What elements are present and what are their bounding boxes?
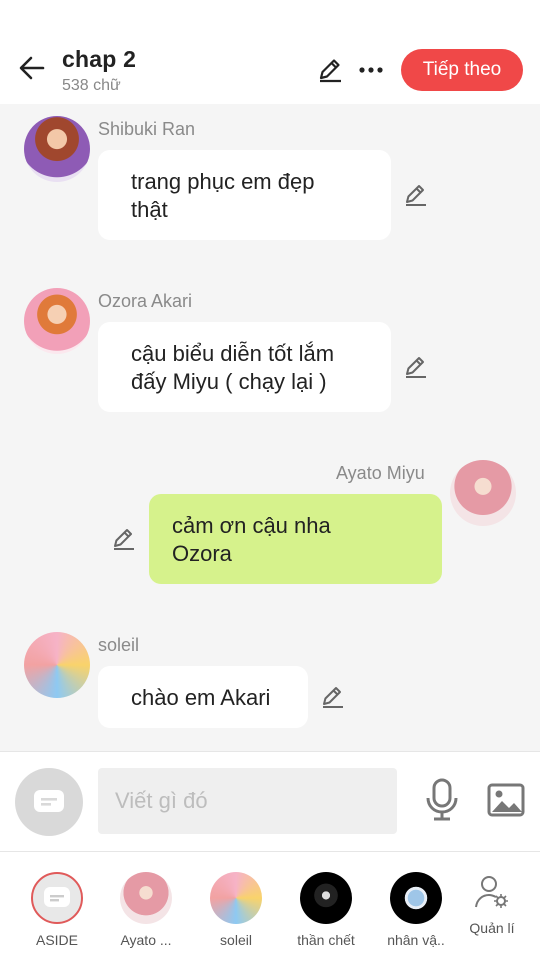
tab-label: nhân vậ.. — [387, 932, 445, 948]
tab-label: ASIDE — [35, 932, 78, 948]
message-line: đấy Miyu ( chạy lại ) — [131, 369, 327, 394]
avatar[interactable] — [24, 116, 90, 182]
tab-character[interactable]: nhân vậ.. — [376, 872, 456, 952]
tab-character[interactable]: soleil — [196, 872, 276, 952]
page-title: chap 2 — [62, 46, 137, 72]
composer — [0, 751, 540, 851]
word-count: 538 chữ — [62, 77, 121, 94]
message-line: cậu biểu diễn tốt lắm — [131, 341, 335, 366]
character-tabs: ASIDE Ayato ... soleil thần chết nhân vậ… — [0, 851, 540, 960]
tab-label: Ayato ... — [120, 932, 172, 948]
chat-icon — [31, 872, 83, 924]
user-settings-icon — [466, 874, 518, 914]
sender-name: Shibuki Ran — [98, 119, 196, 139]
tab-label: thần chết — [297, 932, 355, 948]
chat-area: Shibuki Ran trang phục em đẹp thật Ozora… — [0, 104, 540, 751]
message-line: Ozora — [172, 541, 232, 566]
avatar — [390, 872, 442, 924]
message-bubble[interactable]: cậu biểu diễn tốt lắm đấy Miyu ( chạy lạ… — [98, 322, 391, 412]
pencil-icon[interactable] — [403, 182, 429, 208]
image-icon[interactable] — [487, 782, 525, 818]
header: chap 2 538 chữ Tiếp theo — [0, 0, 540, 104]
avatar[interactable] — [24, 632, 90, 698]
tab-character[interactable]: thần chết — [286, 872, 366, 952]
message-bubble[interactable]: trang phục em đẹp thật — [98, 150, 391, 240]
back-arrow-icon[interactable] — [16, 52, 48, 84]
tab-character[interactable]: Ayato ... — [106, 872, 186, 952]
tab-label: Quản lí — [469, 920, 515, 936]
message-bubble[interactable]: cảm ơn cậu nha Ozora — [149, 494, 442, 584]
avatar[interactable] — [24, 288, 90, 354]
sender-name: Ozora Akari — [98, 291, 193, 311]
tab-manage[interactable]: Quản lí — [452, 874, 532, 954]
avatar — [300, 872, 352, 924]
mic-icon[interactable] — [424, 778, 460, 822]
more-icon[interactable] — [356, 56, 386, 84]
avatar[interactable] — [450, 460, 516, 526]
tab-label: soleil — [220, 932, 252, 948]
pencil-icon[interactable] — [320, 684, 346, 710]
chat-icon[interactable] — [15, 768, 83, 836]
message-line: trang phục em đẹp — [131, 169, 315, 194]
message-bubble[interactable]: chào em Akari — [98, 666, 308, 728]
avatar — [210, 872, 262, 924]
sender-name: Ayato Miyu — [336, 463, 425, 483]
pencil-icon[interactable] — [316, 56, 344, 84]
message-line: chào em Akari — [131, 685, 271, 710]
avatar — [120, 872, 172, 924]
pencil-icon[interactable] — [111, 526, 137, 552]
sender-name: soleil — [98, 635, 140, 655]
message-line: thật — [131, 197, 168, 222]
next-chapter-button[interactable]: Tiếp theo — [401, 49, 523, 91]
message-line: cảm ơn cậu nha — [172, 513, 331, 538]
message-input[interactable] — [98, 768, 397, 834]
pencil-icon[interactable] — [403, 354, 429, 380]
tab-aside[interactable]: ASIDE — [17, 872, 97, 952]
